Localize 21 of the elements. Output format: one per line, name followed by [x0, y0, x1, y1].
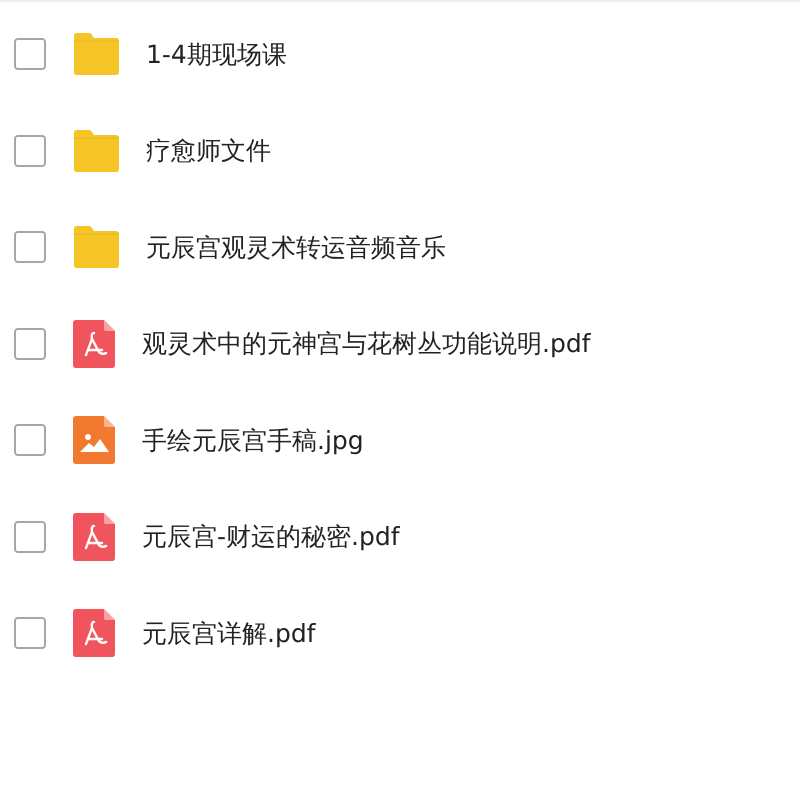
file-name[interactable]: 手绘元辰宫手稿.jpg — [142, 422, 364, 459]
checkbox[interactable] — [14, 134, 46, 167]
folder-name[interactable]: 疗愈师文件 — [146, 132, 271, 170]
file-name[interactable]: 元辰宫-财运的秘密.pdf — [142, 518, 400, 556]
checkbox[interactable] — [14, 38, 46, 70]
folder-name[interactable]: 1-4期现场课 — [146, 36, 287, 73]
pdf-file-icon — [72, 512, 116, 562]
file-name[interactable]: 观灵术中的元神宫与花树丛功能说明.pdf — [142, 325, 590, 362]
file-name[interactable]: 元辰宫详解.pdf — [142, 614, 316, 652]
pdf-file-icon — [72, 318, 116, 369]
checkbox[interactable] — [14, 424, 46, 456]
folder-name[interactable]: 元辰宫观灵术转运音频音乐 — [146, 228, 446, 266]
checkbox[interactable] — [14, 617, 46, 650]
checkbox[interactable] — [14, 328, 46, 360]
checkbox[interactable] — [14, 520, 46, 553]
pdf-file-icon — [72, 608, 116, 658]
folder-icon — [72, 128, 120, 173]
checkbox[interactable] — [14, 231, 46, 264]
folder-icon — [72, 32, 120, 76]
folder-icon — [72, 225, 120, 270]
image-file-icon — [72, 415, 116, 466]
